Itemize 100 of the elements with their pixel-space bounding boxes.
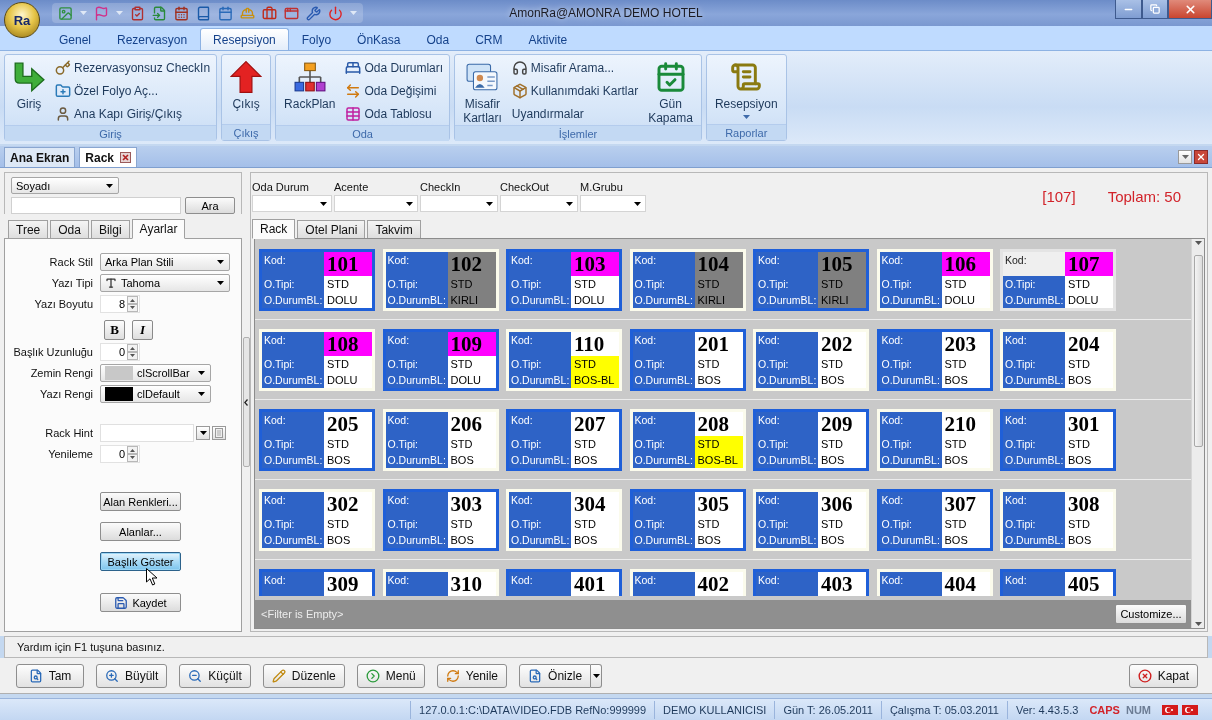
room-card[interactable]: Kod: 305 O.Tipi: STD O.DurumBL: BOS <box>629 489 746 551</box>
room-card[interactable]: Kod: 206 O.Tipi: STD O.DurumBL: BOS <box>382 409 499 471</box>
room-card[interactable]: Kod: 403 <box>753 569 869 596</box>
room-card[interactable]: Kod: 401 <box>506 569 622 596</box>
power-icon[interactable] <box>328 5 343 21</box>
room-card[interactable]: Kod: 310 <box>382 569 499 596</box>
room-card[interactable]: Kod: 109 O.Tipi: STD O.DurumBL: DOLU <box>382 329 499 391</box>
toolbar-button[interactable]: Küçült <box>179 663 251 688</box>
room-card[interactable]: Kod: 103 O.Tipi: STD O.DurumBL: DOLU <box>506 249 622 311</box>
ribbon-button[interactable]: Kullanımdaki Kartlar <box>509 80 641 102</box>
panel-tab[interactable]: Oda <box>50 220 89 238</box>
panel-tab[interactable]: Tree <box>8 220 49 238</box>
room-card[interactable]: Kod: 208 O.Tipi: STD O.DurumBL: BOS-BL <box>629 409 746 471</box>
style-dropdown[interactable]: Arka Plan Stili <box>100 253 230 271</box>
book-icon[interactable] <box>196 5 211 21</box>
filter-dropdown[interactable] <box>500 195 578 212</box>
ribbon-button[interactable]: Özel Folyo Aç... <box>53 80 213 102</box>
window-icon[interactable] <box>284 5 299 21</box>
dropdown-button[interactable] <box>591 663 603 688</box>
wrench-icon[interactable] <box>306 5 321 21</box>
room-card[interactable]: Kod: 302 O.Tipi: STD O.DurumBL: BOS <box>259 489 375 551</box>
spin-arrows-icon[interactable] <box>127 446 138 462</box>
filter-dropdown[interactable] <box>334 195 418 212</box>
hint-field[interactable] <box>100 424 194 442</box>
room-card[interactable]: Kod: 306 O.Tipi: STD O.DurumBL: BOS <box>753 489 869 551</box>
room-card[interactable]: Kod: 107 O.Tipi: STD O.DurumBL: DOLU <box>1000 249 1116 311</box>
ribbon-button[interactable]: RackPlan <box>280 57 340 111</box>
ribbon-button[interactable]: Uyandırmalar <box>509 103 641 125</box>
ribbon-button[interactable]: Giriş <box>9 57 49 111</box>
close-icon[interactable] <box>120 152 132 163</box>
spin-arrows-icon[interactable] <box>127 344 138 360</box>
scrollbar-thumb[interactable] <box>1193 255 1203 447</box>
clipboard-check-icon[interactable] <box>130 5 145 21</box>
room-card[interactable]: Kod: 209 O.Tipi: STD O.DurumBL: BOS <box>753 409 869 471</box>
flag-icon[interactable] <box>94 5 109 21</box>
room-card[interactable]: Kod: 105 O.Tipi: STD O.DurumBL: KIRLI <box>753 249 869 311</box>
room-card[interactable]: Kod: 108 O.Tipi: STD O.DurumBL: DOLU <box>259 329 375 391</box>
ribbon-tab[interactable]: Genel <box>46 28 105 50</box>
ribbon-button[interactable]: Ana Kapı Giriş/Çıkış <box>53 103 213 125</box>
toolbar-button[interactable]: Menü <box>356 663 425 688</box>
room-card[interactable]: Kod: 301 O.Tipi: STD O.DurumBL: BOS <box>1000 409 1116 471</box>
room-card[interactable]: Kod: 102 O.Tipi: STD O.DurumBL: KIRLI <box>382 249 499 311</box>
room-card[interactable]: Kod: 303 O.Tipi: STD O.DurumBL: BOS <box>382 489 499 551</box>
room-card[interactable]: Kod: 404 <box>876 569 993 596</box>
filter-dropdown[interactable] <box>580 195 646 212</box>
settings-button[interactable]: Başlık Göster <box>100 552 181 571</box>
panel-tab[interactable]: Bilgi <box>90 220 130 238</box>
room-card[interactable]: Kod: 307 O.Tipi: STD O.DurumBL: BOS <box>876 489 993 551</box>
number-field[interactable]: 0 <box>100 445 140 463</box>
ribbon-tab[interactable]: Oda <box>413 28 463 50</box>
caret-icon[interactable] <box>1194 241 1202 245</box>
calendar-icon[interactable] <box>218 5 233 21</box>
room-card[interactable]: Kod: 205 O.Tipi: STD O.DurumBL: BOS <box>259 409 375 471</box>
settings-button[interactable]: Alanlar... <box>100 522 181 541</box>
ribbon-tab[interactable]: Aktivite <box>515 28 581 50</box>
filter-dropdown[interactable] <box>252 195 332 212</box>
toolbar-button[interactable]: Düzenle <box>262 663 345 688</box>
settings-button[interactable]: Alan Renkleri... <box>100 492 181 511</box>
room-card[interactable]: Kod: 309 <box>259 569 375 596</box>
ribbon-tab[interactable]: Folyo <box>288 28 345 50</box>
file-arrow-icon[interactable] <box>152 5 167 21</box>
italic-button[interactable]: I <box>132 320 153 340</box>
ribbon-tab[interactable]: CRM <box>462 28 516 50</box>
ribbon-button[interactable]: Misafir Arama... <box>509 57 641 79</box>
view-tab[interactable]: Takvim <box>367 220 421 238</box>
room-card[interactable]: Kod: 204 O.Tipi: STD O.DurumBL: BOS <box>1000 329 1116 391</box>
ribbon-tab[interactable]: Resepsiyon <box>200 28 289 50</box>
search-button[interactable]: Ara <box>185 197 235 214</box>
dropdown-button[interactable] <box>196 426 210 440</box>
room-card[interactable]: Kod: 210 O.Tipi: STD O.DurumBL: BOS <box>876 409 993 471</box>
font-dropdown[interactable]: Tahoma <box>100 274 230 292</box>
view-tab[interactable]: Rack <box>252 219 296 239</box>
color-dropdown[interactable]: clDefault <box>100 385 211 403</box>
room-card[interactable]: Kod: 101 O.Tipi: STD O.DurumBL: DOLU <box>259 249 375 311</box>
document-tab[interactable]: Ana Ekran <box>4 147 76 167</box>
spin-arrows-icon[interactable] <box>127 296 138 312</box>
toolbar-button[interactable]: Büyült <box>96 663 168 688</box>
picture-icon[interactable] <box>58 5 73 21</box>
search-field-dropdown[interactable]: Soyadı <box>11 177 119 194</box>
room-card[interactable]: Kod: 202 O.Tipi: STD O.DurumBL: BOS <box>753 329 869 391</box>
room-card[interactable]: Kod: 207 O.Tipi: STD O.DurumBL: BOS <box>506 409 622 471</box>
close-button[interactable] <box>1168 0 1212 19</box>
number-field[interactable]: 8 <box>100 295 140 313</box>
toolbar-button[interactable]: Tam <box>16 663 84 688</box>
ribbon-button[interactable]: Oda Durumları <box>343 57 446 79</box>
panel-tab[interactable]: Ayarlar <box>131 219 186 239</box>
room-card[interactable]: Kod: 304 O.Tipi: STD O.DurumBL: BOS <box>506 489 622 551</box>
room-card[interactable]: Kod: 402 <box>629 569 746 596</box>
room-card[interactable]: Kod: 405 <box>1000 569 1116 596</box>
minimize-button[interactable] <box>1115 0 1142 19</box>
color-dropdown[interactable]: clScrollBar <box>100 364 211 382</box>
ribbon-tab[interactable]: ÖnKasa <box>344 28 414 50</box>
ribbon-button[interactable]: Misafir Kartları <box>459 57 506 125</box>
room-card[interactable]: Kod: 104 O.Tipi: STD O.DurumBL: KIRLI <box>629 249 746 311</box>
ribbon-button[interactable]: Resepsiyon <box>710 57 782 119</box>
briefcase-icon[interactable] <box>262 5 277 21</box>
calendar-icon[interactable] <box>174 5 189 21</box>
ribbon-button[interactable]: Oda Değişimi <box>343 80 446 102</box>
search-field[interactable] <box>11 197 181 214</box>
filter-dropdown[interactable] <box>420 195 498 212</box>
